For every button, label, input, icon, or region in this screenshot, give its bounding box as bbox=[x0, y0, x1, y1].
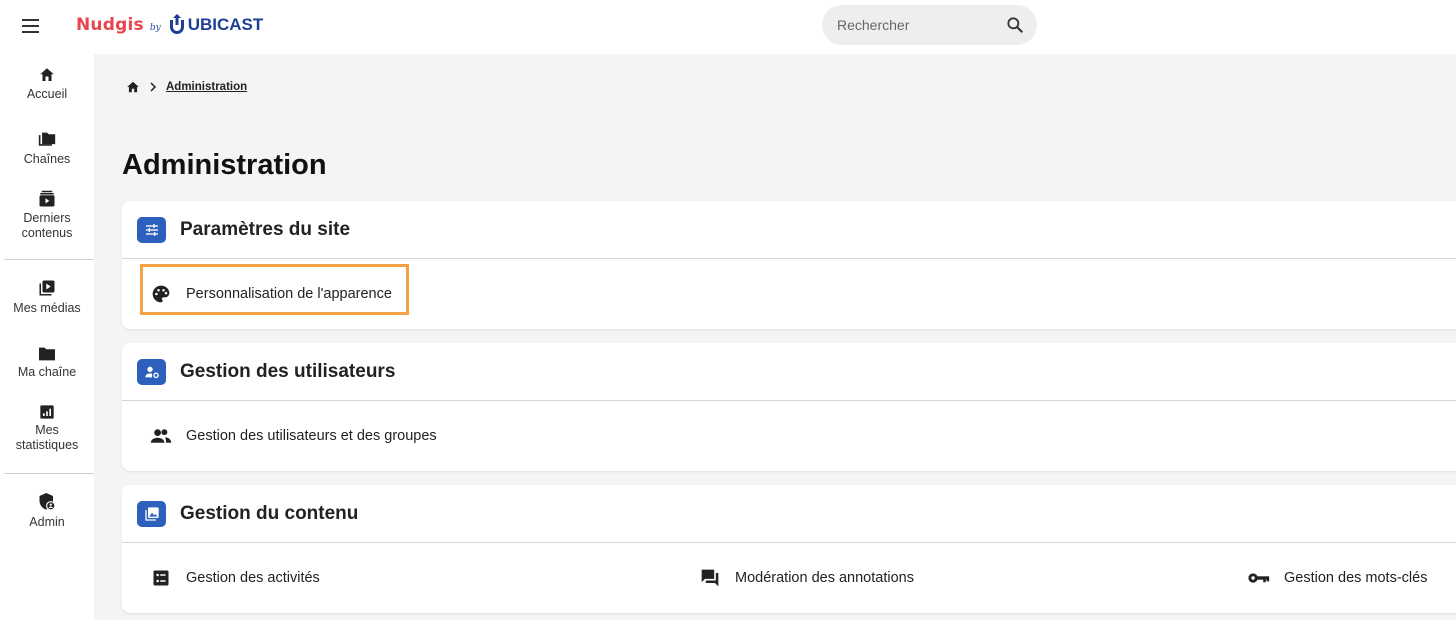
sidebar-item-label: Accueil bbox=[26, 87, 68, 101]
ubicast-logo-icon bbox=[169, 14, 184, 34]
logo[interactable]: Nudgis by UBICAST bbox=[76, 10, 263, 40]
link-label: Gestion des utilisateurs et des groupes bbox=[186, 427, 437, 444]
search-input[interactable] bbox=[837, 17, 987, 33]
section-card-site-settings: Paramètres du site Personnalisation de l… bbox=[122, 201, 1456, 329]
sidebar-divider bbox=[4, 259, 94, 260]
search-bar bbox=[822, 5, 1037, 45]
video-library-icon bbox=[39, 280, 55, 296]
top-bar: Nudgis by UBICAST bbox=[0, 0, 1456, 54]
link-label: Personnalisation de l'apparence bbox=[186, 285, 392, 302]
sidebar-item-chaines[interactable]: Chaînes bbox=[0, 131, 94, 167]
home-icon[interactable] bbox=[126, 80, 140, 94]
sidebar-item-label: Mes médias bbox=[13, 301, 81, 315]
sidebar-divider bbox=[4, 473, 94, 474]
sidebar: Accueil Chaînes Derniers contenus Mes mé… bbox=[0, 54, 94, 620]
link-label: Modération des annotations bbox=[735, 569, 914, 586]
menu-icon[interactable] bbox=[22, 15, 44, 37]
main-content: Administration Administration Paramètres… bbox=[94, 54, 1456, 620]
chevron-right-icon bbox=[150, 82, 157, 92]
photo-library-icon bbox=[137, 500, 166, 527]
sidebar-item-label: Admin bbox=[29, 515, 65, 529]
palette-icon bbox=[150, 284, 172, 304]
folders-icon bbox=[38, 132, 56, 146]
logo-by: by bbox=[149, 23, 161, 33]
logo-ubicast: UBICAST bbox=[167, 14, 263, 36]
checklist-icon bbox=[150, 569, 172, 587]
link-gestion-utilisateurs-groupes[interactable]: Gestion des utilisateurs et des groupes bbox=[150, 401, 437, 470]
group-icon bbox=[150, 427, 172, 445]
section-card-user-management: Gestion des utilisateurs Gestion des uti… bbox=[122, 343, 1456, 471]
stats-icon bbox=[40, 405, 54, 419]
manage-accounts-icon bbox=[137, 358, 166, 385]
key-icon bbox=[1248, 571, 1270, 585]
sidebar-item-label: Mes statistiques bbox=[15, 423, 79, 452]
home-icon bbox=[40, 68, 54, 81]
breadcrumb: Administration bbox=[126, 80, 247, 94]
link-label: Gestion des activités bbox=[186, 569, 320, 586]
section-header: Gestion du contenu bbox=[122, 485, 1456, 543]
section-title: Paramètres du site bbox=[180, 218, 351, 240]
admin-shield-icon bbox=[39, 493, 56, 511]
link-personnalisation-apparence[interactable]: Personnalisation de l'apparence bbox=[150, 259, 392, 328]
latest-videos-icon bbox=[39, 190, 55, 207]
link-gestion-activites[interactable]: Gestion des activités bbox=[150, 543, 320, 612]
logo-nudgis: Nudgis bbox=[76, 15, 144, 35]
forum-icon bbox=[699, 568, 721, 588]
link-label: Gestion des mots-clés bbox=[1284, 569, 1428, 586]
section-title: Gestion du contenu bbox=[180, 502, 359, 524]
section-card-content-management: Gestion du contenu Gestion des activités bbox=[122, 485, 1456, 613]
sidebar-item-accueil[interactable]: Accueil bbox=[0, 66, 94, 102]
link-moderation-annotations[interactable]: Modération des annotations bbox=[699, 543, 914, 612]
sidebar-item-ma-chaine[interactable]: Ma chaîne bbox=[0, 346, 94, 380]
section-header: Paramètres du site bbox=[122, 201, 1456, 259]
section-header: Gestion des utilisateurs bbox=[122, 343, 1456, 401]
sidebar-item-derniers-contenus[interactable]: Derniers contenus bbox=[0, 190, 94, 241]
tune-icon bbox=[137, 216, 166, 243]
sidebar-item-label: Derniers contenus bbox=[21, 211, 73, 240]
link-gestion-mots-cles[interactable]: Gestion des mots-clés bbox=[1248, 543, 1427, 612]
folder-icon bbox=[39, 347, 55, 361]
search-icon[interactable] bbox=[1005, 15, 1025, 35]
section-title: Gestion des utilisateurs bbox=[180, 360, 396, 382]
sidebar-item-mes-statistiques[interactable]: Mes statistiques bbox=[0, 404, 94, 453]
sidebar-item-label: Chaînes bbox=[23, 152, 71, 166]
sidebar-item-mes-medias[interactable]: Mes médias bbox=[0, 278, 94, 316]
page-title: Administration bbox=[122, 149, 327, 181]
sidebar-item-label: Ma chaîne bbox=[17, 365, 77, 379]
breadcrumb-administration[interactable]: Administration bbox=[166, 81, 247, 93]
sidebar-item-admin[interactable]: Admin bbox=[0, 492, 94, 530]
